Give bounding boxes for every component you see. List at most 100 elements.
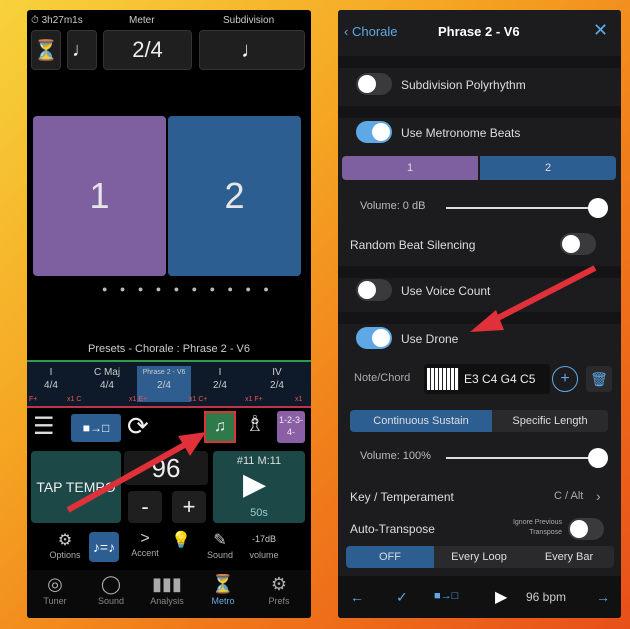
timer: ⏱ 3h27m1s [31,15,83,26]
strip-cell-top: IV [272,367,282,378]
volume-tool[interactable]: -17dB volume [242,534,286,560]
chord-picker[interactable]: E3 C4 G4 C5 [424,364,550,394]
tempo-plus-button[interactable]: + [172,491,206,523]
quarter-note-icon: ♩ [241,37,263,62]
strip-cell-top: C Maj [93,367,121,378]
strip-cell-bottom: 2/4 [157,380,171,391]
play-panel[interactable]: #11 M:11 ▶ 50s [213,451,305,523]
subdivision-polyrhythm-label: Subdivision Polyrhythm [401,78,526,92]
tuner-icon: ◎ [47,574,63,594]
drone-volume-label: Volume: 100% [360,450,431,462]
drone-volume-slider[interactable] [446,448,608,468]
strip-cell-bottom: 2/4 [213,380,227,391]
metronome-screen: ⏱ 3h27m1s Meter Subdivision ⏳ ♩ 2/4 ♩ 1 … [27,10,311,618]
ignore-previous-toggle[interactable] [568,518,604,540]
accent-icon: > [140,530,150,547]
strip-marker: x1 [295,396,303,403]
bpm-display: 96 bpm [526,590,567,604]
nav-sound[interactable]: ◯ Sound [83,574,139,606]
chevron-left-icon: ‹ [344,24,349,39]
nav-label: Sound [97,596,125,606]
divider [338,56,621,68]
arrow-right-icon[interactable]: → [596,589,610,605]
metronome-beats-label: Use Metronome Beats [401,126,521,140]
metronome-icon[interactable]: ⏳ [31,30,61,70]
drone-notes-icon[interactable]: ♫ [204,411,236,443]
meter-button[interactable]: 2/4 [103,30,192,70]
options-label: Options [49,550,81,560]
bottom-toolbar: ← ✓ ■→□ ▶ 96 bpm → [338,576,621,618]
nav-label: Tuner [43,596,67,606]
nav-prefs[interactable]: ⚙ Prefs [251,574,307,606]
nav-metro[interactable]: ⏳ Metro [195,574,251,606]
strip-cell-top: I [49,367,53,378]
add-note-icon[interactable]: + [552,366,578,392]
beat-2-pad[interactable]: 2 [168,116,301,276]
sequence-mode-icon[interactable]: ■→□ [434,590,458,602]
metronome-beats-toggle[interactable] [356,121,392,143]
back-button[interactable]: ‹ Chorale [344,24,398,39]
strip-cell-bottom: 4/4 [44,380,58,391]
key-temperament-row[interactable]: Key / Temperament C / Alt › [338,488,621,508]
trash-icon[interactable]: 🗑 [586,366,612,392]
beat-1-segment[interactable]: 1 [342,156,478,180]
accent-tool[interactable]: > Accent [127,530,163,558]
top-bar: ⏱ 3h27m1s Meter Subdivision [27,10,311,30]
count-button[interactable]: 1-2-3-4- [277,411,305,443]
note-chord-label: Note/Chord [354,372,411,384]
tap-tempo-button[interactable]: TAP TEMPO [31,451,121,523]
sound-label: Sound [206,550,234,560]
transpose-off-segment[interactable]: OFF [346,546,434,568]
quarter-note-icon[interactable]: ♩ [67,30,97,70]
subdivision-polyrhythm-toggle[interactable] [356,73,392,95]
gears-icon: ⚙ [270,574,288,594]
transpose-every-loop-segment[interactable]: Every Loop [434,546,524,568]
phrase-settings-screen: ‹ Chorale Phrase 2 - V6 ✕ Subdivision Po… [338,10,621,618]
options-tool[interactable]: ⚙ Options [47,530,83,560]
specific-length-segment[interactable]: Specific Length [492,410,608,432]
strip-cell-bottom: 2/4 [270,380,284,391]
page-title: Phrase 2 - V6 [438,24,520,39]
key-temperament-value: C / Alt [554,490,584,502]
nav-analysis[interactable]: ▮▮▮ Analysis [139,574,195,606]
transpose-every-bar-segment[interactable]: Every Bar [524,546,614,568]
beat-2-segment[interactable]: 2 [480,156,616,180]
key-temperament-label: Key / Temperament [350,490,454,504]
random-silencing-row: Random Beat Silencing [338,232,621,258]
subdivision-button[interactable]: ♩ [199,30,305,70]
use-drone-toggle[interactable] [356,327,392,349]
sound-tool[interactable]: ✎ Sound [202,530,238,560]
check-icon[interactable]: ✓ [396,589,408,606]
tempo-display[interactable]: 96 [124,451,208,485]
header: ‹ Chorale Phrase 2 - V6 ✕ [338,10,621,56]
lightbulb-icon[interactable]: 💡 [169,530,193,550]
tempo-minus-button[interactable]: - [128,491,162,523]
chevron-right-icon: › [596,488,601,504]
person-icon[interactable]: ♗ [245,411,269,443]
beat-volume-slider[interactable] [446,198,608,218]
beat-1-pad[interactable]: 1 [33,116,166,276]
voice-count-toggle[interactable] [356,279,392,301]
loop-icon[interactable]: ⟳ [127,411,159,443]
metronome-beats-row: Use Metronome Beats [338,120,621,146]
beat-note-icon[interactable]: ♪=♪ [89,532,119,562]
gear-icon: ⚙ [57,532,73,549]
play-icon[interactable]: ▶ [495,587,507,607]
volume-value: -17dB [251,534,277,544]
nav-tuner[interactable]: ◎ Tuner [27,574,83,606]
arrow-left-icon[interactable]: ← [350,589,364,605]
list-icon[interactable]: ☰ [33,414,63,442]
presets-title: Presets - Chorale : Phrase 2 - V6 [87,343,250,355]
volume-label: volume [249,550,279,560]
subdivision-label: Subdivision [223,15,275,26]
nav-label: Analysis [150,596,184,606]
chord-value: E3 C4 G4 C5 [464,372,536,386]
strip-marker: F+ [29,396,38,403]
sequence-mode-icon[interactable]: ■→□ [71,414,121,442]
strip-cell[interactable]: C Maj 4/4 [77,366,137,402]
elapsed-time: 50s [250,507,268,519]
continuous-sustain-segment[interactable]: Continuous Sustain [350,410,492,432]
back-label: Chorale [351,24,398,39]
random-silencing-toggle[interactable] [560,233,596,255]
close-icon[interactable]: ✕ [593,20,608,41]
